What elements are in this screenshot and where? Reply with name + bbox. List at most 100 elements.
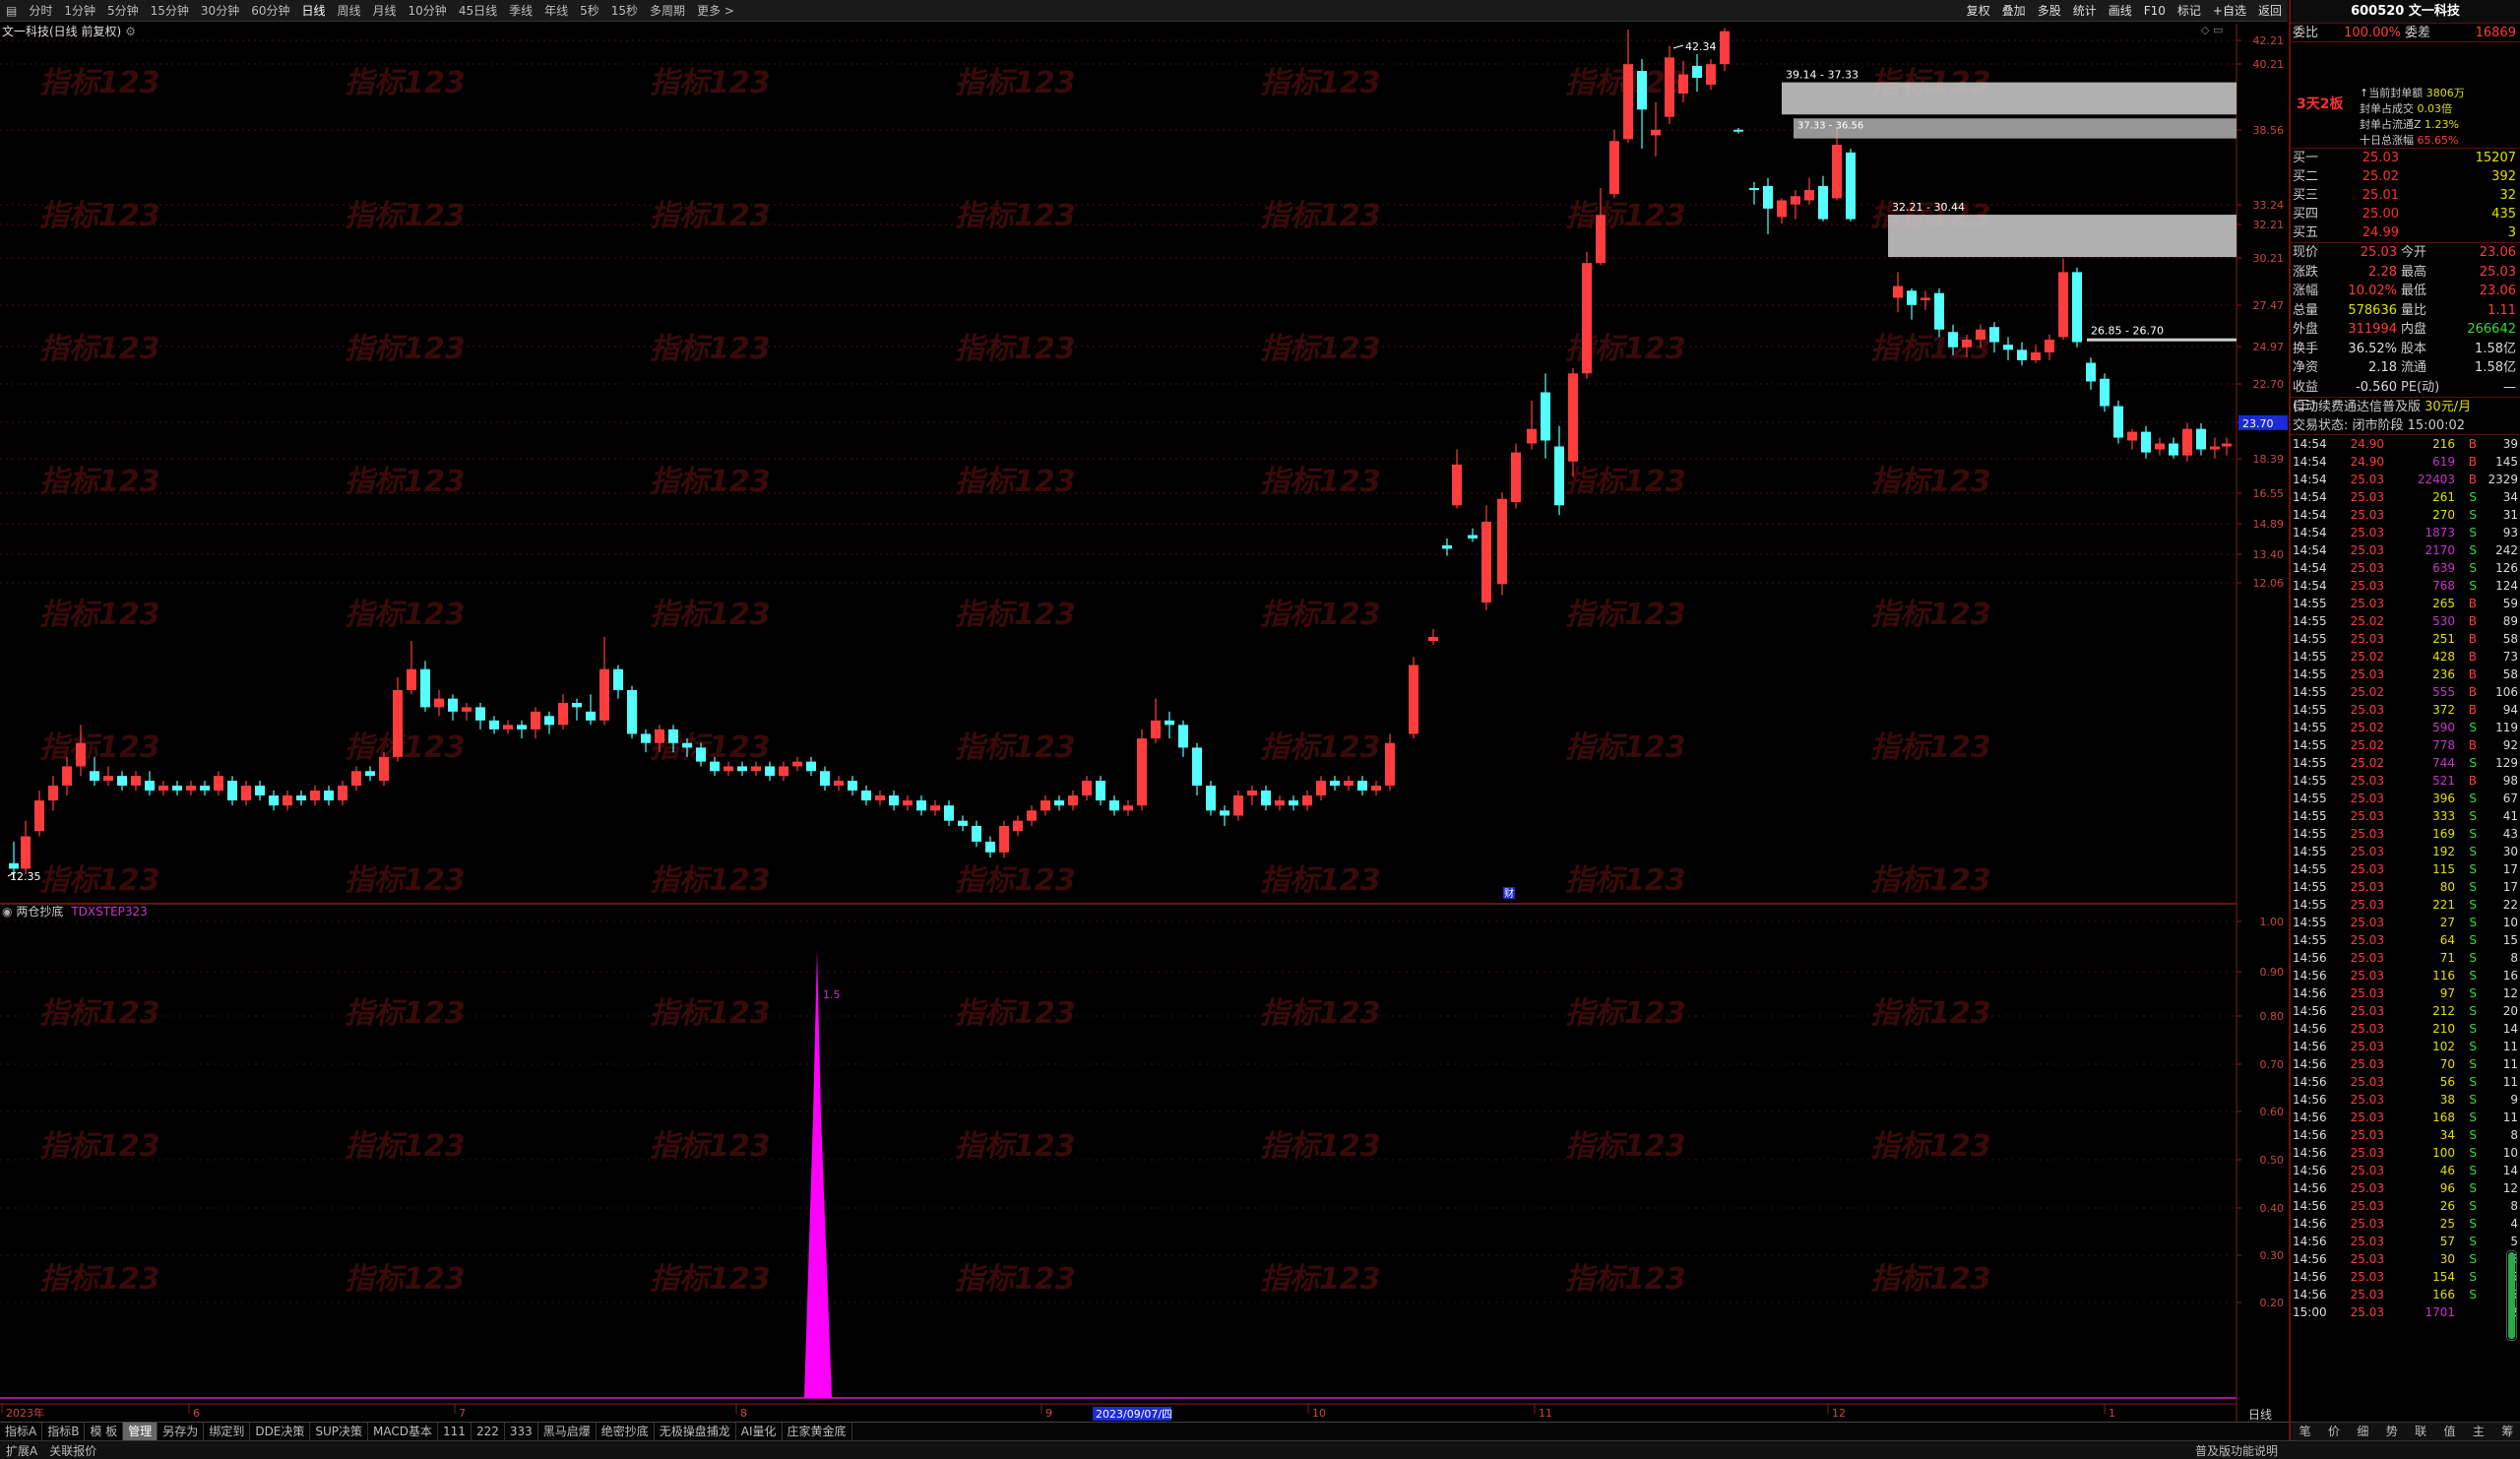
tick-count: 58: [2502, 632, 2518, 646]
candle-body: [1481, 521, 1491, 603]
indicator-tab[interactable]: 绝密抄底: [597, 1423, 655, 1440]
indicator-tab[interactable]: 绑定到: [204, 1423, 251, 1440]
toolbar-button[interactable]: 统计: [2067, 0, 2103, 22]
candle-body: [503, 725, 513, 730]
toolbar-button[interactable]: 复权: [1961, 0, 1996, 22]
indicator-tab[interactable]: 管理: [123, 1423, 158, 1440]
panel-function-tab[interactable]: 笔: [2300, 1423, 2311, 1440]
indicator-tab[interactable]: SUP决策: [310, 1423, 369, 1440]
timeframe-tab[interactable]: 15分钟: [145, 0, 195, 22]
candle-body: [324, 790, 334, 801]
tick-time: 14:55: [2293, 650, 2327, 664]
tick-time: 14:56: [2293, 1110, 2327, 1124]
tick-list[interactable]: 14:54 24.90 216 B 39 14:54 24.90 619 B 145 14:54 25…: [2291, 435, 2520, 1321]
linked-quote[interactable]: 关联报价: [43, 1442, 102, 1459]
indicator-tab[interactable]: 黑马启爆: [538, 1423, 597, 1440]
timeframe-tab[interactable]: 5分钟: [101, 0, 145, 22]
timeframe-tab[interactable]: 5秒: [574, 0, 605, 22]
panel-function-tab[interactable]: 价: [2328, 1423, 2340, 1440]
panel-function-tab[interactable]: 细: [2357, 1423, 2368, 1440]
timeframe-tab[interactable]: 年线: [538, 0, 574, 22]
tick-count: 94: [2502, 703, 2518, 717]
panel-function-tab[interactable]: 联: [2415, 1423, 2426, 1440]
toolbar-button[interactable]: 返回: [2252, 0, 2288, 22]
toolbar-button[interactable]: 标记: [2172, 0, 2207, 22]
kline-chart[interactable]: 指标123 指标123 指标123 指标123 指标123 指标123 指标123 指标123…: [0, 24, 2289, 1422]
toolbar-button[interactable]: 画线: [2103, 0, 2138, 22]
extension-a[interactable]: 扩展A: [0, 1442, 43, 1459]
candle-body: [820, 771, 830, 787]
panel-function-tab[interactable]: 主: [2473, 1423, 2485, 1440]
edition-info[interactable]: 普及版功能说明: [2189, 1442, 2284, 1459]
timeframe-tab[interactable]: 多周期: [644, 0, 691, 22]
indicator-dot-icon[interactable]: ◉: [2, 905, 12, 919]
tick-count: 126: [2495, 561, 2518, 575]
tick-price: 24.90: [2350, 437, 2384, 451]
quote-label: 现价: [2293, 245, 2319, 260]
timeframe-tab[interactable]: 30分钟: [195, 0, 245, 22]
tick-count: 10: [2502, 1146, 2518, 1160]
toolbar-button[interactable]: +自选: [2207, 0, 2252, 22]
promo-text: 自动续费通达信普及版: [2293, 400, 2422, 414]
candle-body: [158, 786, 168, 791]
quote-label: 外盘: [2293, 322, 2319, 337]
panel-function-tab[interactable]: 势: [2386, 1423, 2398, 1440]
toolbar-button[interactable]: 多股: [2032, 0, 2067, 22]
indicator-tick-label: 0.90: [2260, 966, 2285, 979]
toolbar-button[interactable]: F10: [2138, 0, 2172, 22]
tick-time: 14:55: [2293, 597, 2327, 610]
tick-count: 34: [2502, 490, 2518, 504]
timeframe-tab[interactable]: 日线: [295, 0, 331, 22]
indicator-tab[interactable]: 无极操盘捕龙: [655, 1423, 736, 1440]
candle-body: [241, 786, 251, 801]
timeframe-tab[interactable]: 季线: [503, 0, 538, 22]
menu-icon[interactable]: ▤: [0, 0, 23, 22]
quote-label: 今开: [2401, 245, 2427, 260]
indicator-tab[interactable]: 111: [438, 1423, 472, 1440]
quote-value: 266642: [2467, 322, 2516, 337]
promo-row[interactable]: 自动续费通达信普及版 30元/月: [2291, 398, 2520, 416]
timeframe-tab[interactable]: 60分钟: [245, 0, 295, 22]
tick-row: 14:55 25.02 530 B 89: [2291, 612, 2520, 630]
tick-direction: S: [2469, 1040, 2477, 1053]
timeframe-tab[interactable]: 1分钟: [58, 0, 101, 22]
candle-body: [21, 836, 31, 869]
timeframe-tab[interactable]: 更多 >: [691, 0, 740, 22]
tick-time: 14:55: [2293, 880, 2327, 894]
tick-scroll-thumb[interactable]: [2508, 1252, 2515, 1339]
tick-volume: 102: [2432, 1040, 2455, 1053]
toolbar-button[interactable]: 叠加: [1996, 0, 2032, 22]
panel-function-tab[interactable]: 值: [2444, 1423, 2456, 1440]
quote-label: 收益(三): [2293, 379, 2319, 414]
quote-value: 36.52%: [2348, 341, 2397, 356]
tick-direction: S: [2469, 827, 2477, 841]
timeframe-tab[interactable]: 月线: [367, 0, 403, 22]
tick-volume: 116: [2432, 969, 2455, 983]
watermark: 指标123: [1260, 730, 1381, 765]
tick-price: 25.03: [2350, 490, 2384, 504]
panel-function-tab[interactable]: 筹: [2501, 1423, 2513, 1440]
indicator-tab[interactable]: DDE决策: [250, 1423, 311, 1440]
timeframe-tab[interactable]: 10分钟: [403, 0, 453, 22]
indicator-tab[interactable]: AI量化: [736, 1423, 783, 1440]
indicator-tab[interactable]: 333: [505, 1423, 538, 1440]
candle-body: [1302, 795, 1312, 806]
quote-value: —: [2503, 379, 2516, 395]
timeframe-tab[interactable]: 周线: [332, 0, 367, 22]
order-label: 买五: [2293, 225, 2319, 240]
indicator-tab[interactable]: MACD基本: [368, 1423, 439, 1440]
indicator-tab[interactable]: 222: [472, 1423, 505, 1440]
tick-direction: S: [2469, 490, 2477, 504]
indicator-tab[interactable]: 指标B: [42, 1423, 86, 1440]
timeframe-tab[interactable]: 分时: [23, 0, 58, 22]
timeframe-tab[interactable]: 45日线: [453, 0, 503, 22]
timeframe-tab[interactable]: 15秒: [605, 0, 644, 22]
indicator-tab[interactable]: 另存为: [158, 1423, 205, 1440]
tick-direction: S: [2469, 1146, 2477, 1160]
candle-body: [269, 795, 279, 806]
tick-time: 14:56: [2293, 1288, 2327, 1301]
watermark: 指标123: [955, 1262, 1076, 1297]
indicator-tab[interactable]: 庄家黄金底: [783, 1423, 852, 1440]
indicator-tab[interactable]: 模 板: [85, 1423, 124, 1440]
indicator-tab[interactable]: 指标A: [0, 1423, 43, 1440]
